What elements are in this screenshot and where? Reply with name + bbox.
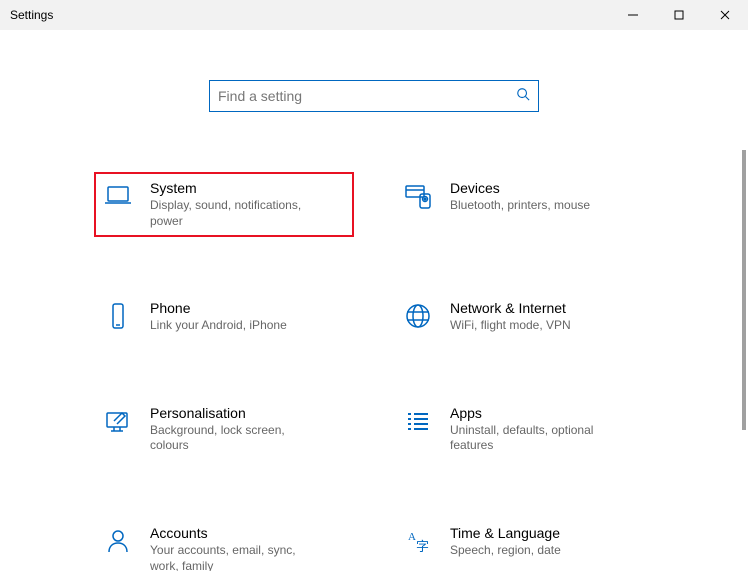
window-title: Settings: [10, 8, 53, 22]
phone-icon: [102, 300, 134, 332]
svg-text:字: 字: [416, 539, 429, 554]
category-text: Time & Language Speech, region, date: [450, 525, 561, 559]
category-network[interactable]: Network & Internet WiFi, flight mode, VP…: [394, 292, 654, 342]
category-apps[interactable]: Apps Uninstall, defaults, optional featu…: [394, 397, 654, 462]
minimize-button[interactable]: [610, 0, 656, 30]
devices-icon: [402, 180, 434, 212]
category-title: Phone: [150, 300, 287, 316]
category-title: Time & Language: [450, 525, 561, 541]
category-title: System: [150, 180, 320, 196]
category-personalisation[interactable]: Personalisation Background, lock screen,…: [94, 397, 354, 462]
svg-text:A: A: [408, 531, 416, 543]
category-system[interactable]: System Display, sound, notifications, po…: [94, 172, 354, 237]
personalisation-icon: [102, 405, 134, 437]
category-title: Network & Internet: [450, 300, 571, 316]
laptop-icon: [102, 180, 134, 212]
time-language-icon: A 字: [402, 525, 434, 557]
search-container: [0, 80, 748, 112]
close-button[interactable]: [702, 0, 748, 30]
category-desc: Your accounts, email, sync, work, family: [150, 543, 320, 571]
category-accounts[interactable]: Accounts Your accounts, email, sync, wor…: [94, 517, 354, 571]
category-text: Devices Bluetooth, printers, mouse: [450, 180, 590, 214]
category-text: System Display, sound, notifications, po…: [150, 180, 320, 229]
search-icon: [516, 87, 530, 106]
category-title: Accounts: [150, 525, 320, 541]
window-controls: [610, 0, 748, 30]
accounts-icon: [102, 525, 134, 557]
category-desc: WiFi, flight mode, VPN: [450, 318, 571, 334]
category-desc: Background, lock screen, colours: [150, 423, 320, 454]
category-text: Phone Link your Android, iPhone: [150, 300, 287, 334]
category-time-language[interactable]: A 字 Time & Language Speech, region, date: [394, 517, 654, 571]
category-desc: Display, sound, notifications, power: [150, 198, 320, 229]
category-devices[interactable]: Devices Bluetooth, printers, mouse: [394, 172, 654, 237]
maximize-button[interactable]: [656, 0, 702, 30]
category-desc: Uninstall, defaults, optional features: [450, 423, 620, 454]
apps-icon: [402, 405, 434, 437]
scrollbar-thumb[interactable]: [742, 150, 746, 430]
category-text: Personalisation Background, lock screen,…: [150, 405, 320, 454]
title-bar: Settings: [0, 0, 748, 30]
category-text: Accounts Your accounts, email, sync, wor…: [150, 525, 320, 571]
globe-icon: [402, 300, 434, 332]
content-area: System Display, sound, notifications, po…: [0, 30, 748, 571]
category-grid: System Display, sound, notifications, po…: [94, 172, 654, 571]
category-desc: Bluetooth, printers, mouse: [450, 198, 590, 214]
search-input[interactable]: [218, 88, 516, 104]
category-title: Apps: [450, 405, 620, 421]
category-title: Devices: [450, 180, 590, 196]
category-title: Personalisation: [150, 405, 320, 421]
category-desc: Speech, region, date: [450, 543, 561, 559]
category-phone[interactable]: Phone Link your Android, iPhone: [94, 292, 354, 342]
category-text: Network & Internet WiFi, flight mode, VP…: [450, 300, 571, 334]
category-desc: Link your Android, iPhone: [150, 318, 287, 334]
search-box[interactable]: [209, 80, 539, 112]
category-text: Apps Uninstall, defaults, optional featu…: [450, 405, 620, 454]
